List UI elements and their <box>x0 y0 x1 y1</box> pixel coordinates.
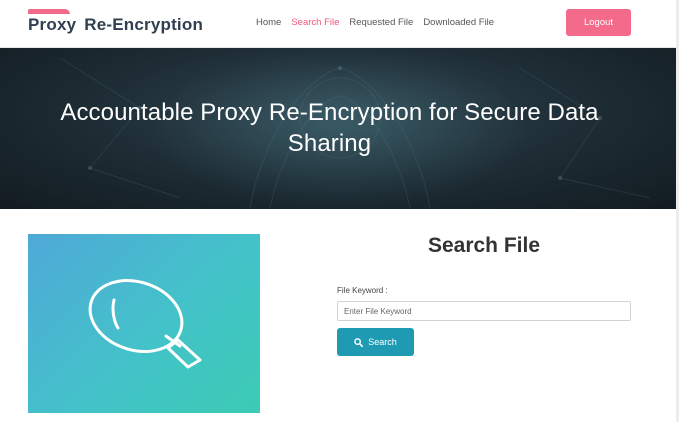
logo-word-proxy: Proxy <box>28 15 77 34</box>
file-keyword-label: File Keyword : <box>337 286 388 295</box>
search-icon <box>354 337 364 347</box>
logo-accent-bar <box>28 9 70 14</box>
logo-text: Proxy Re-Encryption <box>28 15 203 35</box>
search-button-label: Search <box>368 337 397 347</box>
top-navbar: Proxy Re-Encryption Home Search File Requ… <box>0 0 679 48</box>
nav-requested-file[interactable]: Requested File <box>349 17 413 28</box>
file-keyword-input[interactable] <box>337 301 631 321</box>
search-file-title: Search File <box>427 234 541 257</box>
logo-word-reencryption: Re-Encryption <box>84 15 204 34</box>
nav-downloaded-file[interactable]: Downloaded File <box>423 17 494 28</box>
main-nav: Home Search File Requested File Download… <box>256 17 494 28</box>
search-illustration <box>28 234 260 413</box>
search-button[interactable]: Search <box>337 328 414 356</box>
nav-search-file[interactable]: Search File <box>291 17 339 28</box>
magnifying-glass-icon <box>88 279 202 369</box>
hero-title-line1: Accountable Proxy Re-Encryption for Secu… <box>60 99 599 126</box>
hero-banner: Accountable Proxy Re-Encryption for Secu… <box>0 48 679 209</box>
nav-home[interactable]: Home <box>256 17 281 28</box>
hero-title: Accountable Proxy Re-Encryption for Secu… <box>40 97 619 159</box>
logout-button[interactable]: Logout <box>566 9 631 36</box>
hero-title-line2: Sharing <box>287 130 372 157</box>
